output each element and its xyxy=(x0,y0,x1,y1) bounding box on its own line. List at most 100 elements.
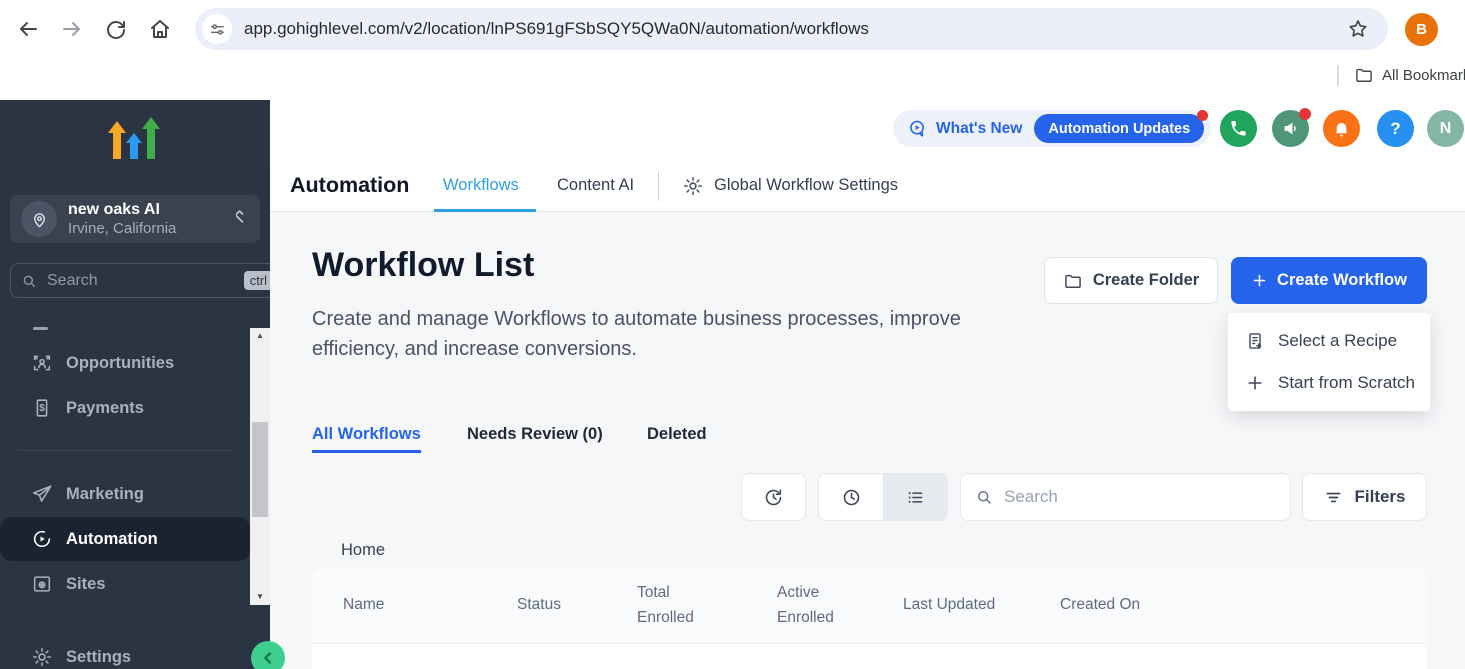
browser-reload-icon[interactable] xyxy=(104,17,128,41)
svg-text:$: $ xyxy=(39,403,45,414)
phone-button[interactable] xyxy=(1220,110,1257,147)
menu-item-start-from-scratch[interactable]: Start from Scratch xyxy=(1228,362,1430,404)
page-title: Workflow List xyxy=(312,246,534,285)
help-button[interactable]: ? xyxy=(1377,110,1414,147)
whats-new-pill[interactable]: What's New Automation Updates xyxy=(893,110,1211,147)
user-avatar[interactable]: N xyxy=(1427,110,1464,147)
browser-forward-icon[interactable] xyxy=(60,17,84,41)
sidebar-search-input[interactable] xyxy=(45,271,244,291)
content-area: Workflow List Create and manage Workflow… xyxy=(270,212,1465,669)
announcements-button[interactable] xyxy=(1272,110,1309,147)
automation-updates-label: Automation Updates xyxy=(1048,121,1190,137)
menu-item-label: Select a Recipe xyxy=(1278,331,1397,351)
column-header-total-enrolled: Total Enrolled xyxy=(637,568,709,643)
chevron-up-down-icon xyxy=(232,208,247,230)
whats-new-icon xyxy=(907,118,928,139)
account-location: Irvine, California xyxy=(68,220,176,239)
browser-profile-avatar[interactable]: B xyxy=(1405,13,1438,46)
recipe-icon xyxy=(1245,331,1265,351)
automation-icon xyxy=(31,528,53,550)
page-section-title: Automation xyxy=(290,160,409,211)
app: new oaks AI Irvine, California ctrl K xyxy=(0,95,1465,669)
plus-icon xyxy=(1251,272,1268,289)
create-workflow-menu: Select a Recipe Start from Scratch xyxy=(1228,313,1430,411)
bookmark-star-icon[interactable] xyxy=(1346,17,1370,41)
workflow-search-input[interactable] xyxy=(1002,486,1290,508)
megaphone-icon xyxy=(1281,119,1300,138)
all-bookmarks-label[interactable]: All Bookmarks xyxy=(1382,67,1465,84)
question-mark-icon: ? xyxy=(1390,119,1400,139)
browser-home-icon[interactable] xyxy=(148,17,172,41)
plus-icon xyxy=(1245,373,1265,393)
app-topbar: What's New Automation Updates ? xyxy=(270,95,1465,160)
account-name: new oaks AI xyxy=(68,200,176,220)
create-workflow-label: Create Workflow xyxy=(1277,271,1407,290)
scrollbar-thumb[interactable] xyxy=(252,422,268,517)
sidebar: new oaks AI Irvine, California ctrl K xyxy=(0,100,270,669)
sidebar-scrollbar[interactable]: ▲ ▼ xyxy=(250,328,270,605)
table-header-row: Name Status Total Enrolled Active Enroll… xyxy=(312,568,1427,644)
workflow-search[interactable] xyxy=(960,473,1291,521)
sidebar-item-sites[interactable]: Sites xyxy=(0,562,250,606)
create-folder-button[interactable]: Create Folder xyxy=(1044,257,1218,304)
list-toolbar: Filters xyxy=(270,473,1465,521)
sidebar-item-settings[interactable]: Settings xyxy=(0,635,250,669)
bell-icon xyxy=(1332,119,1351,138)
filter-icon xyxy=(1323,487,1344,508)
payments-icon: $ xyxy=(31,397,53,419)
filters-button[interactable]: Filters xyxy=(1302,473,1427,521)
sidebar-item-label: Settings xyxy=(66,648,131,667)
workflow-table: Name Status Total Enrolled Active Enroll… xyxy=(312,568,1427,669)
tab-deleted[interactable]: Deleted xyxy=(647,414,707,454)
sidebar-item-marketing[interactable]: Marketing xyxy=(0,472,250,516)
browser-back-icon[interactable] xyxy=(16,17,40,41)
column-header-last-updated: Last Updated xyxy=(903,568,995,643)
active-filter-tab-underline xyxy=(312,450,421,453)
sidebar-item-label: Payments xyxy=(66,399,144,418)
tab-content-ai[interactable]: Content AI xyxy=(557,160,634,211)
sidebar-item-payments[interactable]: $ Payments xyxy=(0,386,250,430)
breadcrumb-home[interactable]: Home xyxy=(341,541,385,560)
search-icon xyxy=(975,488,993,506)
tab-workflows[interactable]: Workflows xyxy=(443,160,519,211)
create-folder-label: Create Folder xyxy=(1093,271,1199,290)
sidebar-item-automation[interactable]: Automation xyxy=(0,517,250,561)
automation-updates-pill[interactable]: Automation Updates xyxy=(1034,114,1204,143)
scrollbar-up-arrow[interactable]: ▲ xyxy=(250,328,270,344)
scrollbar-down-arrow[interactable]: ▼ xyxy=(250,589,270,605)
view-toggle-group xyxy=(818,473,948,521)
tab-needs-review[interactable]: Needs Review (0) xyxy=(467,414,603,454)
create-workflow-button[interactable]: Create Workflow xyxy=(1231,257,1427,304)
sidebar-item-label: Sites xyxy=(66,575,105,594)
sites-icon xyxy=(31,573,53,595)
gohighlevel-logo-icon xyxy=(107,115,163,165)
location-pin-icon xyxy=(21,201,57,237)
history-button[interactable] xyxy=(741,473,806,521)
screen: app.gohighlevel.com/v2/location/lnPS691g… xyxy=(0,0,1465,669)
sidebar-divider xyxy=(18,450,232,451)
account-switcher[interactable]: new oaks AI Irvine, California xyxy=(10,195,260,243)
marketing-icon xyxy=(31,483,53,505)
sidebar-item-opportunities[interactable]: Opportunities xyxy=(0,341,250,385)
recent-view-button[interactable] xyxy=(819,474,883,520)
list-view-button[interactable] xyxy=(883,474,947,520)
bookmarks-folder-icon[interactable] xyxy=(1354,65,1374,85)
global-workflow-settings-label: Global Workflow Settings xyxy=(714,176,898,195)
menu-item-select-recipe[interactable]: Select a Recipe xyxy=(1228,320,1430,362)
page-description: Create and manage Workflows to automate … xyxy=(312,304,1002,364)
sidebar-search[interactable]: ctrl K xyxy=(10,263,270,298)
folder-icon xyxy=(1063,271,1083,291)
sidebar-collapse-button[interactable] xyxy=(251,641,285,669)
column-header-name: Name xyxy=(343,568,384,643)
bookmarks-bar: All Bookmarks xyxy=(0,57,1465,95)
clock-icon xyxy=(841,487,862,508)
browser-toolbar: app.gohighlevel.com/v2/location/lnPS691g… xyxy=(0,0,1465,57)
site-settings-icon[interactable] xyxy=(202,14,232,44)
menu-item-label: Start from Scratch xyxy=(1278,373,1415,393)
address-bar[interactable]: app.gohighlevel.com/v2/location/lnPS691g… xyxy=(195,8,1388,50)
global-workflow-settings[interactable]: Global Workflow Settings xyxy=(682,160,898,211)
tab-all-workflows[interactable]: All Workflows xyxy=(312,414,421,454)
notifications-button[interactable] xyxy=(1323,110,1360,147)
main-area: What's New Automation Updates ? xyxy=(270,95,1465,669)
url-text: app.gohighlevel.com/v2/location/lnPS691g… xyxy=(244,19,869,39)
